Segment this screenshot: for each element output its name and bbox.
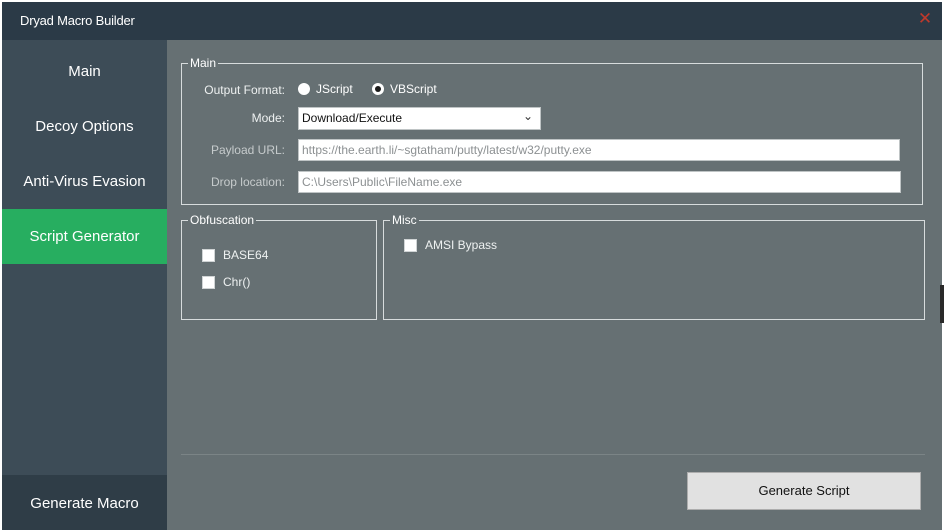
close-icon[interactable]: ✕ bbox=[916, 10, 934, 28]
mode-select-value: Download/Execute bbox=[302, 111, 403, 125]
radio-vbscript[interactable]: VBScript bbox=[372, 82, 437, 96]
main-group-legend: Main bbox=[190, 56, 217, 70]
mode-label: Mode: bbox=[251, 111, 285, 125]
mode-select[interactable]: Download/Execute ⌄ bbox=[298, 107, 541, 130]
sidebar-item-decoy-options[interactable]: Decoy Options bbox=[2, 99, 167, 154]
misc-group-legend: Misc bbox=[392, 213, 417, 227]
payload-url-label: Payload URL: bbox=[210, 143, 285, 157]
generate-macro-button[interactable]: Generate Macro bbox=[2, 475, 167, 530]
obfuscation-group: Obfuscation bbox=[181, 214, 377, 320]
misc-group: Misc bbox=[383, 214, 925, 320]
radio-jscript-label: JScript bbox=[316, 82, 353, 96]
obfuscation-group-legend: Obfuscation bbox=[190, 213, 255, 227]
app-window: Dryad Macro Builder ✕ Main Decoy Options… bbox=[2, 2, 942, 530]
checkbox-base64[interactable]: BASE64 bbox=[202, 248, 268, 262]
window-title: Dryad Macro Builder bbox=[20, 13, 135, 28]
generate-script-button[interactable]: Generate Script bbox=[687, 472, 921, 510]
checkbox-amsi-bypass-label: AMSI Bypass bbox=[425, 238, 498, 252]
chevron-down-icon: ⌄ bbox=[522, 109, 533, 123]
checkbox-base64-box bbox=[202, 248, 215, 262]
radio-vbscript-indicator bbox=[372, 83, 384, 95]
checkbox-amsi-bypass-box bbox=[404, 238, 417, 252]
title-bar[interactable]: Dryad Macro Builder ✕ bbox=[2, 2, 942, 40]
sidebar-item-script-generator[interactable]: Script Generator bbox=[2, 209, 167, 264]
radio-vbscript-label: VBScript bbox=[390, 82, 437, 96]
sidebar: Main Decoy Options Anti-Virus Evasion Sc… bbox=[2, 40, 167, 530]
output-format-label: Output Format: bbox=[204, 83, 285, 97]
checkbox-chr-box bbox=[202, 275, 215, 289]
panel-divider bbox=[181, 454, 925, 455]
checkbox-base64-label: BASE64 bbox=[223, 248, 269, 262]
sidebar-item-main[interactable]: Main bbox=[2, 44, 167, 99]
drop-location-input[interactable]: C:\Users\Public\FileName.exe bbox=[298, 171, 901, 193]
payload-url-input[interactable]: https://the.earth.li/~sgtatham/putty/lat… bbox=[298, 139, 900, 161]
checkbox-amsi-bypass[interactable]: AMSI Bypass bbox=[404, 238, 497, 252]
radio-jscript-indicator bbox=[298, 83, 310, 95]
drop-location-label: Drop location: bbox=[210, 175, 285, 189]
script-generator-panel: Main Output Format: JScript VBScript Mod… bbox=[167, 40, 942, 530]
checkbox-chr-label: Chr() bbox=[223, 275, 251, 289]
background-window-edge bbox=[940, 285, 944, 323]
sidebar-item-anti-virus-evasion[interactable]: Anti-Virus Evasion bbox=[2, 154, 167, 209]
radio-jscript[interactable]: JScript bbox=[298, 82, 353, 96]
checkbox-chr[interactable]: Chr() bbox=[202, 275, 250, 289]
